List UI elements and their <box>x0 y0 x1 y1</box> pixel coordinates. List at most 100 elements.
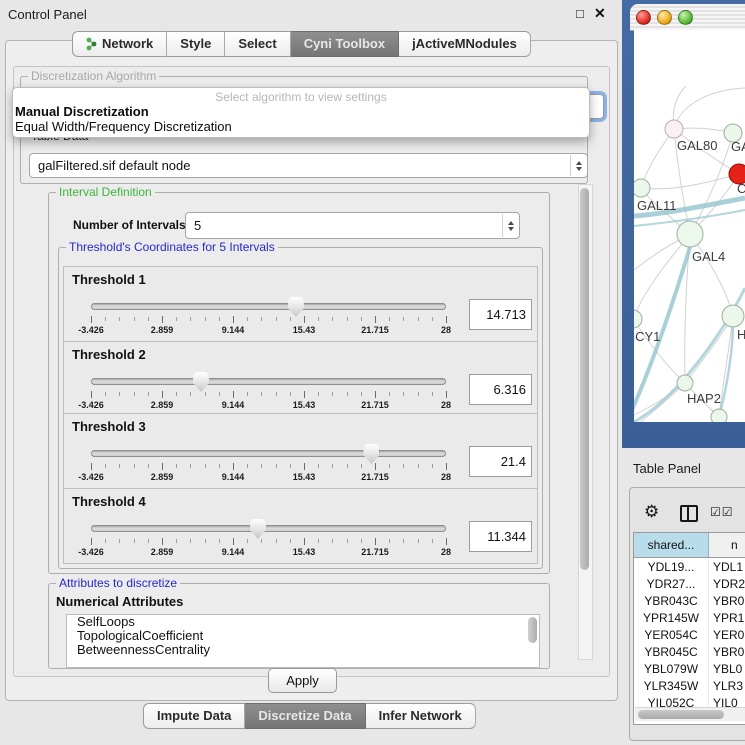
tab-cyni-toolbox[interactable]: Cyni Toolbox <box>291 31 399 57</box>
threshold-slider[interactable] <box>91 378 446 390</box>
subtab-infer-network[interactable]: Infer Network <box>366 703 476 729</box>
threshold-slider[interactable] <box>91 450 446 462</box>
cell-shared-name[interactable]: YBL079W <box>634 660 709 677</box>
threshold-value-field[interactable]: 21.4 <box>469 446 532 477</box>
slider-track[interactable] <box>91 525 446 532</box>
cell-shared-name[interactable]: YBR045C <box>634 643 709 660</box>
float-window-icon[interactable]: □ <box>576 6 584 21</box>
cell-name[interactable]: YBL0 <box>709 660 745 677</box>
slider-tick <box>432 392 433 396</box>
cell-shared-name[interactable]: YER054C <box>634 626 709 643</box>
attribute-list-item[interactable]: SelfLoops <box>67 615 539 629</box>
network-edge[interactable] <box>690 234 733 316</box>
split-columns-icon[interactable] <box>680 505 698 522</box>
column-header-shared-name[interactable]: shared... <box>634 533 709 557</box>
close-panel-icon[interactable]: ✕ <box>594 5 606 22</box>
slider-thumb[interactable] <box>288 297 304 317</box>
network-node[interactable] <box>677 375 693 391</box>
slider-thumb[interactable] <box>363 444 379 464</box>
threshold-value-field[interactable]: 11.344 <box>469 521 532 552</box>
threshold-value-field[interactable]: 6.316 <box>469 374 532 405</box>
cell-name[interactable]: YER0 <box>709 626 745 643</box>
slider-tick-label: 28 <box>441 400 451 410</box>
threshold-value-field[interactable]: 14.713 <box>469 299 532 330</box>
cell-name[interactable]: YDL1 <box>709 558 745 575</box>
table-row[interactable]: YER054CYER0 <box>634 626 745 643</box>
cell-name[interactable]: YPR1 <box>709 609 745 626</box>
list-scrollbar-thumb[interactable] <box>528 617 537 643</box>
network-node[interactable] <box>634 310 642 328</box>
cell-name[interactable]: YBR0 <box>709 592 745 609</box>
slider-tick <box>347 317 348 321</box>
network-window-titlebar[interactable] <box>630 4 745 31</box>
cell-shared-name[interactable]: YBR043C <box>634 592 709 609</box>
tab-jactivemnodules[interactable]: jActiveMNodules <box>399 31 531 57</box>
scrollbar-thumb[interactable] <box>638 710 724 719</box>
algorithm-option-manual[interactable]: Manual Discretization <box>13 104 589 119</box>
slider-tick <box>290 539 291 543</box>
algorithm-popup-hint: Select algorithm to view settings <box>13 88 589 104</box>
table-row[interactable]: YPR145WYPR1 <box>634 609 745 626</box>
network-edge[interactable] <box>719 327 733 417</box>
algorithm-option-equal-width[interactable]: Equal Width/Frequency Discretization <box>13 119 589 134</box>
subtab-discretize-data[interactable]: Discretize Data <box>245 703 365 729</box>
network-node[interactable] <box>722 305 744 327</box>
network-node[interactable] <box>677 221 703 247</box>
combo-stepper-icon[interactable] <box>502 214 518 237</box>
slider-track[interactable] <box>91 378 446 385</box>
table-row[interactable]: YBL079WYBL0 <box>634 660 745 677</box>
minimize-traffic-light-icon[interactable] <box>657 10 672 25</box>
table-data-combo[interactable]: galFiltered.sif default node <box>29 153 588 178</box>
cell-shared-name[interactable]: YPR145W <box>634 609 709 626</box>
table-horizontal-scrollbar[interactable] <box>635 707 745 721</box>
tab-style[interactable]: Style <box>167 31 225 57</box>
network-canvas[interactable]: GAL80GACGAL11GAL4GCY1HHAP2 <box>634 30 745 422</box>
slider-tick <box>91 391 92 398</box>
gear-icon[interactable]: ⚙ <box>644 503 659 520</box>
slider-tick <box>205 392 206 396</box>
numerical-attributes-list[interactable]: SelfLoopsTopologicalCoefficientBetweenne… <box>66 614 540 668</box>
cell-name[interactable]: YBR0 <box>709 643 745 660</box>
node-attribute-table[interactable]: shared... n YDL19...YDL1YDR27...YDR2YBR0… <box>633 532 745 725</box>
threshold-slider[interactable] <box>91 303 446 315</box>
slider-thumb[interactable] <box>193 372 209 392</box>
attribute-list-item[interactable]: TopologicalCoefficient <box>67 629 539 643</box>
zoom-traffic-light-icon[interactable] <box>678 10 693 25</box>
network-node[interactable] <box>665 120 683 138</box>
select-columns-checkboxes-icon[interactable]: ☑☑ <box>710 505 734 519</box>
table-row[interactable]: YDL19...YDL1 <box>634 558 745 575</box>
tab-select[interactable]: Select <box>225 31 290 57</box>
discretization-algorithm-group-title: Discretization Algorithm <box>28 69 159 83</box>
network-node[interactable] <box>634 179 650 197</box>
cell-name[interactable]: YDR2 <box>709 575 745 592</box>
table-row[interactable]: YBR043CYBR0 <box>634 592 745 609</box>
slider-thumb[interactable] <box>250 519 266 539</box>
cell-shared-name[interactable]: YDR27... <box>634 575 709 592</box>
table-row[interactable]: YBR045CYBR0 <box>634 643 745 660</box>
threshold-4-panel: Threshold 4 -3.4262.8599.14415.4321.7152… <box>63 488 538 564</box>
slider-tickmarks <box>91 316 446 324</box>
cell-shared-name[interactable]: YDL19... <box>634 558 709 575</box>
network-node[interactable] <box>711 409 727 422</box>
column-header-name[interactable]: n <box>709 533 745 557</box>
subtab-impute-data[interactable]: Impute Data <box>143 703 245 729</box>
slider-track[interactable] <box>91 303 446 310</box>
combo-stepper-icon[interactable] <box>570 155 586 176</box>
close-traffic-light-icon[interactable] <box>636 10 651 25</box>
table-row[interactable]: YDR27...YDR2 <box>634 575 745 592</box>
threshold-slider[interactable] <box>91 525 446 537</box>
network-edge[interactable] <box>641 174 739 189</box>
table-row[interactable]: YLR345WYLR3 <box>634 677 745 694</box>
cell-shared-name[interactable]: YLR345W <box>634 677 709 694</box>
network-edge[interactable] <box>641 129 674 188</box>
panel-vertical-scrollbar[interactable] <box>578 184 593 660</box>
cell-name[interactable]: YLR3 <box>709 677 745 694</box>
scrollbar-thumb[interactable] <box>580 188 589 570</box>
attribute-list-item[interactable]: BetweennessCentrality <box>67 643 539 657</box>
slider-tick <box>148 317 149 321</box>
number-of-intervals-combo[interactable]: 5 <box>185 212 520 239</box>
slider-track[interactable] <box>91 450 446 457</box>
apply-button[interactable]: Apply <box>268 668 337 693</box>
tab-network[interactable]: Network <box>72 31 167 57</box>
network-edge[interactable] <box>674 88 745 129</box>
